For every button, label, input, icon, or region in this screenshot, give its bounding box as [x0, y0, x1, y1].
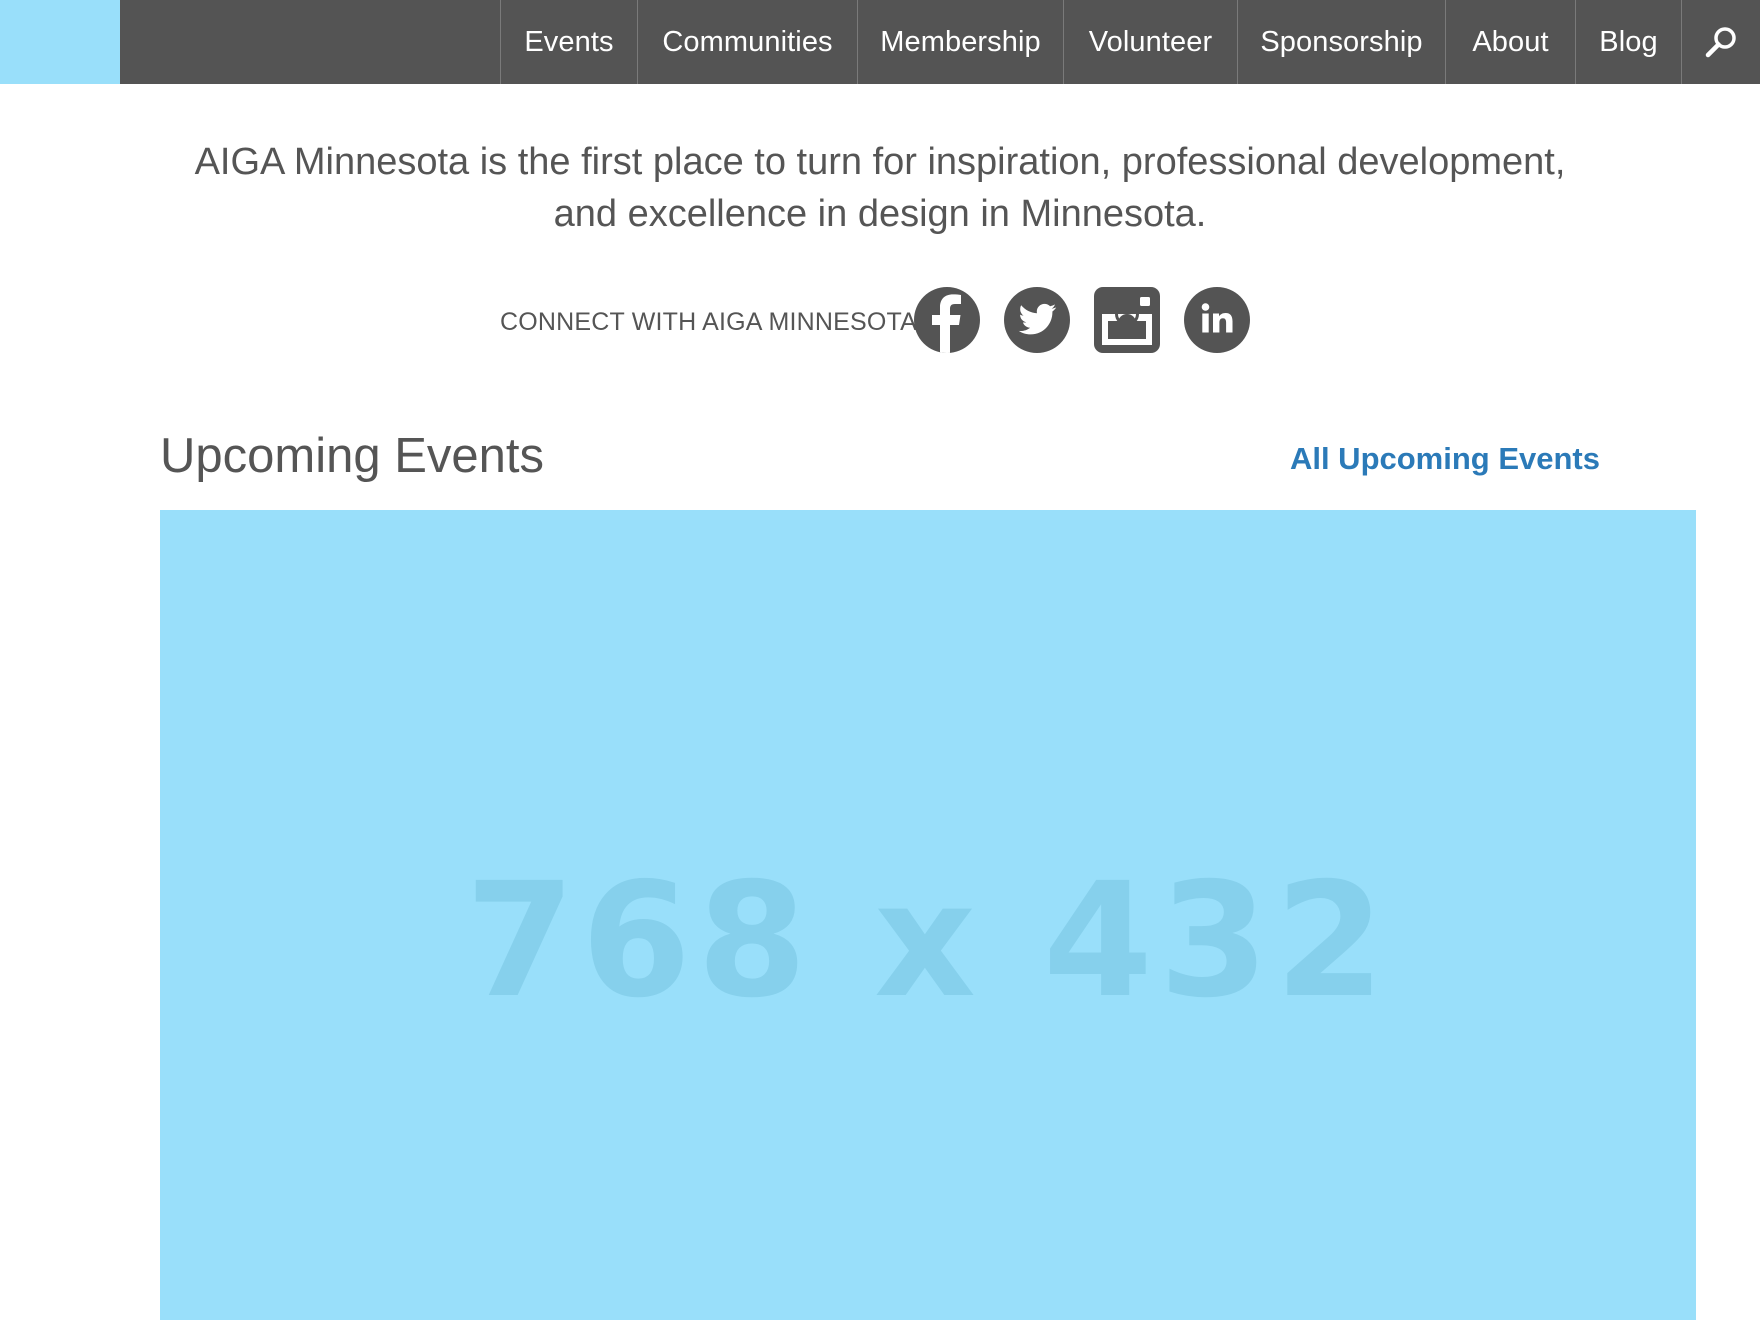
search-icon	[1705, 27, 1736, 58]
event-image-placeholder[interactable]: 768 x 432	[160, 510, 1696, 1320]
nav-item-communities[interactable]: Communities	[637, 0, 857, 84]
intro-line-1: AIGA Minnesota is the first place to tur…	[194, 141, 1566, 183]
linkedin-icon	[1184, 287, 1250, 353]
facebook-icon	[914, 287, 980, 353]
intro-statement: AIGA Minnesota is the first place to tur…	[0, 136, 1760, 240]
image-placeholder-dimensions: 768 x 432	[465, 849, 1391, 1033]
nav-item-blog[interactable]: Blog	[1575, 0, 1681, 84]
all-upcoming-events-link[interactable]: All Upcoming Events	[1290, 441, 1600, 477]
facebook-link[interactable]	[914, 287, 980, 353]
top-navigation-bar: Events Communities Membership Volunteer …	[0, 0, 1760, 84]
site-logo[interactable]	[0, 0, 120, 84]
connect-label: CONNECT WITH AIGA MINNESOTA	[500, 308, 918, 336]
nav-item-sponsorship[interactable]: Sponsorship	[1237, 0, 1445, 84]
intro-line-2: and excellence in design in Minnesota.	[553, 193, 1207, 235]
social-connect: CONNECT WITH AIGA MINNESOTA	[0, 286, 1760, 356]
nav-item-events[interactable]: Events	[500, 0, 637, 84]
search-button[interactable]	[1681, 0, 1760, 84]
nav-item-membership[interactable]: Membership	[857, 0, 1063, 84]
linkedin-link[interactable]	[1184, 287, 1250, 353]
nav-item-volunteer[interactable]: Volunteer	[1063, 0, 1237, 84]
upcoming-events-heading: Upcoming Events	[160, 429, 545, 483]
twitter-icon	[1004, 287, 1070, 353]
twitter-link[interactable]	[1004, 287, 1070, 353]
nav-item-about[interactable]: About	[1445, 0, 1575, 84]
instagram-link[interactable]	[1094, 287, 1160, 353]
main-nav: Events Communities Membership Volunteer …	[500, 0, 1760, 84]
instagram-icon	[1094, 287, 1160, 353]
